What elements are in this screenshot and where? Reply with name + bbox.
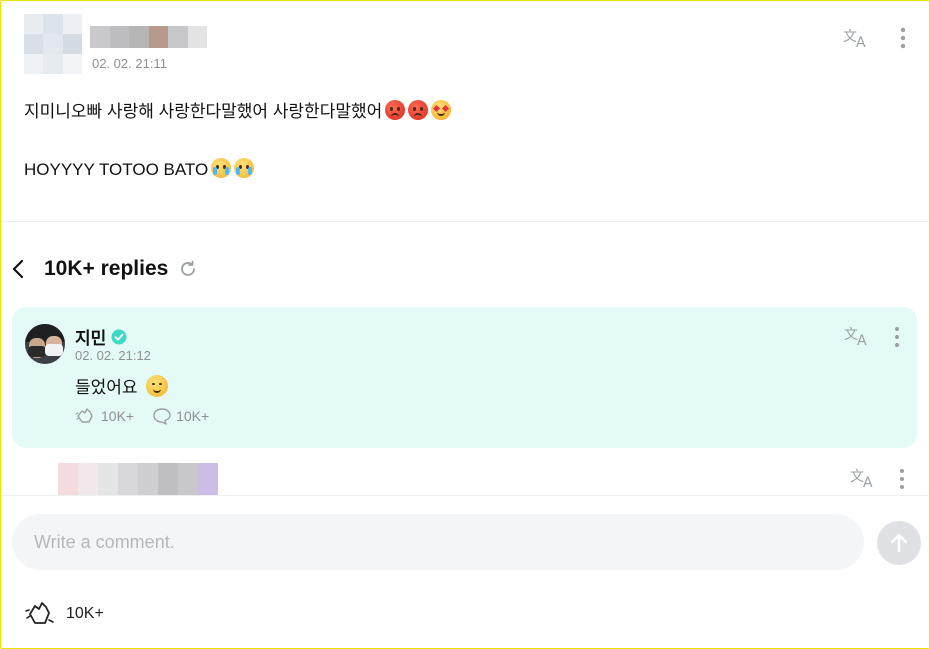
svg-text:文: 文 <box>843 29 857 45</box>
comment-bubble-icon <box>153 408 171 425</box>
refresh-icon[interactable] <box>178 259 198 279</box>
next-reply-author-blurred <box>58 463 218 495</box>
post-like-count: 10K+ <box>66 605 104 622</box>
arrow-up-icon <box>890 533 908 553</box>
reply-author-name: 지민 <box>75 329 107 348</box>
cheer-hands-icon <box>75 408 93 423</box>
replies-title: 10K+ replies <box>44 257 169 280</box>
verified-badge-icon <box>111 329 127 345</box>
angry-face-emoji <box>408 100 429 120</box>
reply-content: 들었어요 <box>75 373 168 398</box>
post-line-2-text: HOYYYY TOTOO BATO <box>24 160 209 179</box>
reply-stats: 10K+ 10K+ <box>75 407 227 425</box>
section-divider <box>1 221 929 222</box>
reply-timestamp: 02. 02. 21:12 <box>75 348 151 363</box>
more-vertical-icon[interactable] <box>897 467 907 491</box>
reply-text: 들었어요 <box>75 378 138 397</box>
send-button[interactable] <box>877 521 921 565</box>
svg-text:A: A <box>857 333 867 347</box>
post-author-avatar-blurred <box>24 14 82 74</box>
post-author-name-blurred <box>90 26 207 48</box>
post-line-1-text: 지미니오빠 사랑해 사랑한다말했어 사랑한다말했어 <box>24 102 383 121</box>
post-line-2: HOYYYY TOTOO BATO <box>24 157 904 183</box>
reply-comment-count: 10K+ <box>176 408 210 424</box>
smiling-face-emoji <box>145 374 168 397</box>
smiling-face-with-hearts-emoji <box>431 100 452 120</box>
reply-like-count: 10K+ <box>101 408 135 424</box>
svg-text:文: 文 <box>850 469 864 485</box>
chevron-left-icon[interactable] <box>8 257 28 281</box>
avatar[interactable] <box>25 324 65 364</box>
comment-input[interactable] <box>12 514 864 570</box>
crying-face-emoji <box>234 158 255 178</box>
translate-icon[interactable]: 文A <box>849 466 879 490</box>
replies-header: 10K+ replies <box>8 252 198 286</box>
more-vertical-icon[interactable] <box>892 325 902 349</box>
svg-text:文: 文 <box>844 327 858 343</box>
angry-face-emoji <box>385 100 406 120</box>
svg-text:A: A <box>856 35 866 49</box>
post-like-button[interactable]: 10K+ <box>24 600 104 628</box>
post-content: 지미니오빠 사랑해 사랑한다말했어 사랑한다말했어 HOYYYY TOTOO B… <box>24 99 904 183</box>
translate-icon[interactable]: 文A <box>842 26 872 50</box>
more-vertical-icon[interactable] <box>898 26 908 50</box>
translate-icon[interactable]: 文A <box>843 324 873 348</box>
svg-text:A: A <box>863 475 873 489</box>
artist-reply-card: 지민 02. 02. 21:12 들었어요 10K+ 10K+ 文A <box>12 307 917 448</box>
cheer-hands-icon <box>25 602 54 624</box>
post-line-1: 지미니오빠 사랑해 사랑한다말했어 사랑한다말했어 <box>24 99 904 125</box>
post-timestamp: 02. 02. 21:11 <box>92 56 167 71</box>
reply-author[interactable]: 지민 <box>75 324 127 349</box>
crying-face-emoji <box>211 158 232 178</box>
post-header: 02. 02. 21:11 文A <box>24 14 906 76</box>
reply-like-button[interactable]: 10K+ <box>75 407 134 425</box>
reply-comment-button[interactable]: 10K+ <box>152 407 209 425</box>
